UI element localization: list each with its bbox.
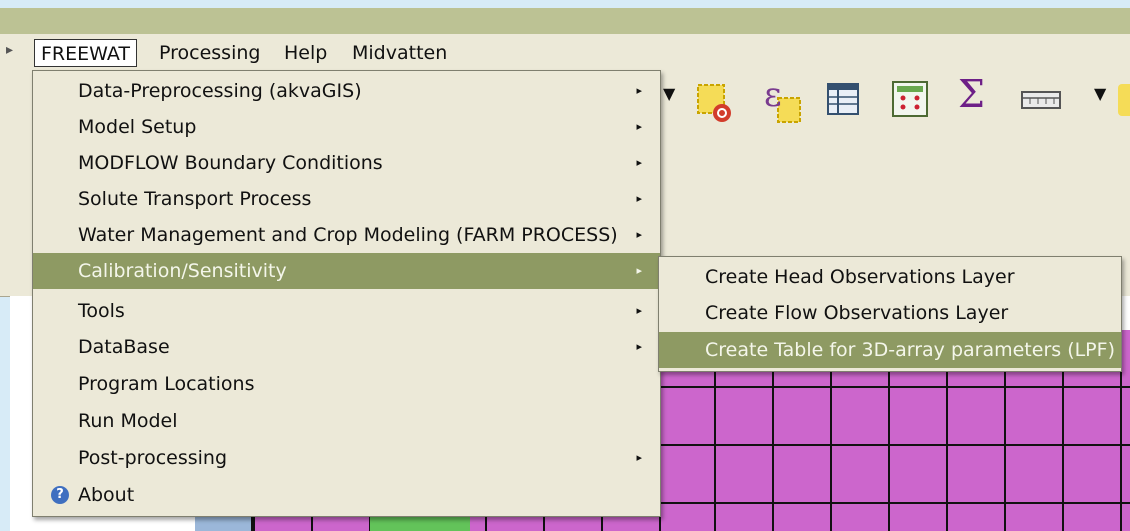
- svg-text:ε: ε: [764, 76, 782, 115]
- attribute-table-icon[interactable]: [826, 82, 862, 118]
- submenu-item-head-observations[interactable]: Create Head Observations Layer: [659, 259, 1121, 295]
- menu-item-label: Run Model: [78, 410, 178, 432]
- menu-help[interactable]: Help: [278, 39, 333, 67]
- menu-item-program-locations[interactable]: Program Locations: [33, 366, 660, 402]
- submenu-item-3d-array-table[interactable]: Create Table for 3D-array parameters (LP…: [659, 332, 1121, 368]
- menu-item-label: Model Setup: [78, 116, 197, 138]
- menu-item-label: Water Management and Crop Modeling (FARM…: [78, 224, 618, 246]
- submenu-item-flow-observations[interactable]: Create Flow Observations Layer: [659, 295, 1121, 331]
- dropdown-arrow-icon[interactable]: ▼: [663, 84, 675, 103]
- menu-item-calibration-sensitivity[interactable]: Calibration/Sensitivity ▸: [33, 253, 660, 289]
- menu-processing[interactable]: Processing: [153, 39, 266, 67]
- epsilon-icon[interactable]: ε: [760, 76, 810, 126]
- menu-item-data-preprocessing[interactable]: Data-Preprocessing (akvaGIS) ▸: [33, 73, 660, 109]
- menu-bar: ▸ FREEWAT Processing Help Midvatten: [0, 34, 1130, 70]
- menu-item-label: Data-Preprocessing (akvaGIS): [78, 80, 362, 102]
- menu-item-post-processing[interactable]: Post-processing ▸: [33, 440, 660, 476]
- menu-item-water-management[interactable]: Water Management and Crop Modeling (FARM…: [33, 217, 660, 253]
- tool-icon[interactable]: [1118, 84, 1130, 116]
- menu-item-label: Solute Transport Process: [78, 188, 312, 210]
- menu-item-solute-transport[interactable]: Solute Transport Process ▸: [33, 181, 660, 217]
- submenu-arrow-icon: ▸: [636, 84, 642, 97]
- menu-item-label: Calibration/Sensitivity: [78, 260, 287, 282]
- menu-item-run-model[interactable]: Run Model: [33, 403, 660, 439]
- submenu-arrow-icon: ▸: [636, 264, 642, 277]
- menu-item-label: Create Table for 3D-array parameters (LP…: [705, 339, 1115, 361]
- remove-selection-icon[interactable]: [695, 82, 735, 126]
- submenu-arrow-icon: ▸: [636, 156, 642, 169]
- submenu-arrow-icon: ▸: [636, 228, 642, 241]
- menu-item-tools[interactable]: Tools ▸: [33, 293, 660, 329]
- dropdown-arrow-icon[interactable]: ▼: [1094, 84, 1106, 103]
- menu-item-label: Tools: [78, 300, 125, 322]
- sum-icon[interactable]: Σ: [958, 72, 985, 116]
- menu-midvatten[interactable]: Midvatten: [346, 39, 453, 67]
- submenu-arrow-icon: ▸: [636, 451, 642, 464]
- menu-item-model-setup[interactable]: Model Setup ▸: [33, 109, 660, 145]
- menu-item-label: DataBase: [78, 336, 170, 358]
- menu-freewat[interactable]: FREEWAT: [34, 39, 138, 67]
- menu-item-label: Create Head Observations Layer: [705, 266, 1015, 288]
- calibration-submenu: Create Head Observations Layer Create Fl…: [658, 256, 1122, 372]
- menu-item-database[interactable]: DataBase ▸: [33, 329, 660, 365]
- menu-item-label: MODFLOW Boundary Conditions: [78, 152, 383, 174]
- menu-item-modflow-boundary[interactable]: MODFLOW Boundary Conditions ▸: [33, 145, 660, 181]
- measure-icon[interactable]: [1020, 86, 1064, 116]
- menu-item-label: Program Locations: [78, 373, 255, 395]
- info-icon: ?: [51, 486, 69, 504]
- submenu-arrow-icon: ▸: [636, 120, 642, 133]
- menu-item-about[interactable]: ? About: [33, 477, 660, 513]
- menubar-overflow-icon[interactable]: ▸: [6, 42, 13, 58]
- qgis-window: ▸ FREEWAT Processing Help Midvatten ▼ ε: [0, 0, 1130, 531]
- title-strip: [0, 8, 1130, 34]
- field-calculator-icon[interactable]: [891, 80, 931, 120]
- menu-item-label: Create Flow Observations Layer: [705, 302, 1009, 324]
- submenu-arrow-icon: ▸: [636, 304, 642, 317]
- menu-item-label: About: [78, 484, 135, 506]
- submenu-arrow-icon: ▸: [636, 192, 642, 205]
- freewat-menu: Data-Preprocessing (akvaGIS) ▸ Model Set…: [32, 70, 661, 517]
- menu-item-label: Post-processing: [78, 447, 228, 469]
- submenu-arrow-icon: ▸: [636, 340, 642, 353]
